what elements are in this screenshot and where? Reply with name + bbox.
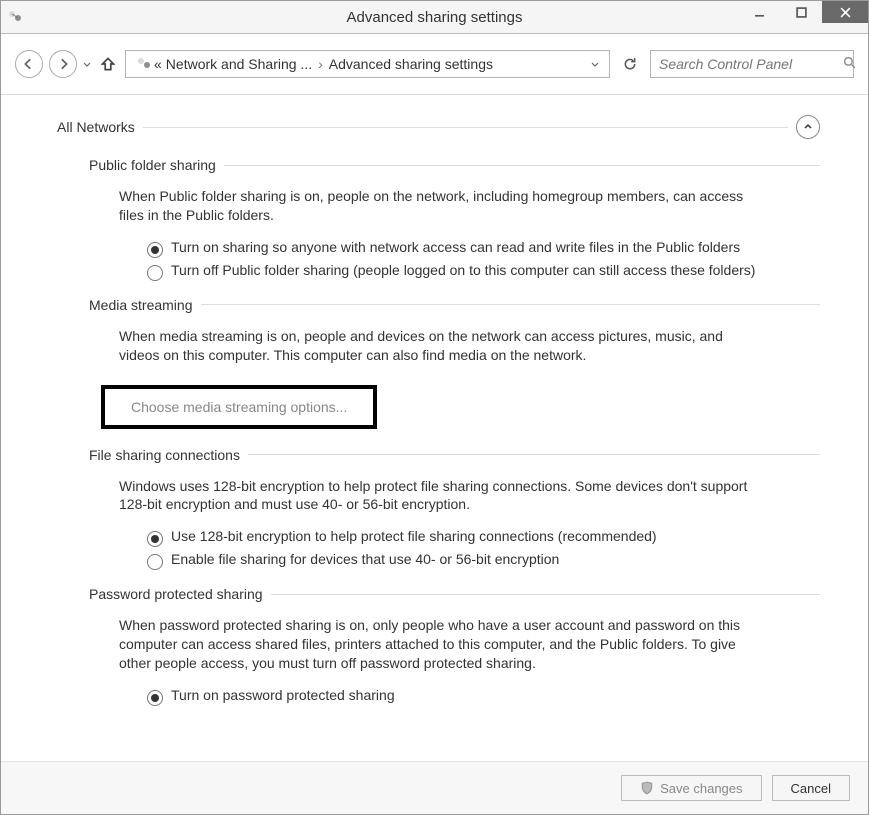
minimize-button[interactable] [738, 1, 780, 23]
subsection-public-folder: Public folder sharing When Public folder… [89, 157, 820, 281]
search-input[interactable] [657, 55, 843, 73]
media-options-link[interactable]: Choose media streaming options... [131, 399, 347, 415]
subsection-password-sharing: Password protected sharing When password… [89, 586, 820, 706]
radio-icon [147, 531, 163, 547]
app-icon [7, 9, 23, 25]
cancel-button[interactable]: Cancel [772, 775, 850, 801]
location-icon [136, 56, 152, 72]
collapse-button[interactable] [796, 115, 820, 139]
radio-icon [147, 690, 163, 706]
nav-bar: « Network and Sharing ... › Advanced sha… [7, 40, 862, 88]
search-box[interactable] [650, 50, 854, 78]
footer-bar: Save changes Cancel [1, 761, 868, 814]
button-label: Save changes [660, 781, 742, 796]
forward-button[interactable] [49, 50, 77, 78]
maximize-button[interactable] [780, 1, 822, 23]
option-label: Turn on sharing so anyone with network a… [171, 239, 740, 255]
divider [143, 127, 788, 128]
divider [271, 594, 820, 595]
radio-option[interactable]: Turn on sharing so anyone with network a… [147, 239, 787, 258]
description-text: When media streaming is on, people and d… [119, 327, 759, 365]
scroll-area[interactable]: All Networks Public folder sharing When … [1, 95, 868, 814]
section-header-all-networks[interactable]: All Networks [57, 115, 820, 139]
description-text: When password protected sharing is on, o… [119, 616, 759, 673]
address-bar[interactable]: « Network and Sharing ... › Advanced sha… [125, 50, 610, 78]
subsection-title: File sharing connections [89, 447, 240, 463]
radio-icon [147, 554, 163, 570]
divider [224, 165, 820, 166]
subsection-title: Public folder sharing [89, 157, 216, 173]
save-changes-button[interactable]: Save changes [621, 775, 761, 801]
description-text: When Public folder sharing is on, people… [119, 187, 759, 225]
history-dropdown-icon[interactable] [83, 56, 91, 72]
radio-icon [147, 242, 163, 258]
breadcrumb-item[interactable]: Advanced sharing settings [327, 56, 495, 72]
option-label: Use 128-bit encryption to help protect f… [171, 528, 657, 544]
breadcrumb-item[interactable]: Network and Sharing ... [164, 56, 314, 72]
radio-option[interactable]: Turn off Public folder sharing (people l… [147, 262, 787, 281]
radio-option[interactable]: Enable file sharing for devices that use… [147, 551, 787, 570]
highlighted-link-box: Choose media streaming options... [101, 385, 377, 429]
divider [248, 454, 820, 455]
subsection-title: Password protected sharing [89, 586, 263, 602]
address-dropdown-icon[interactable] [585, 56, 605, 72]
section-title: All Networks [57, 119, 135, 135]
radio-icon [147, 265, 163, 281]
subsection-title: Media streaming [89, 297, 193, 313]
radio-option[interactable]: Use 128-bit encryption to help protect f… [147, 528, 787, 547]
back-button[interactable] [15, 50, 43, 78]
window-controls [738, 1, 868, 23]
window-frame: Advanced sharing settings « Network and … [0, 0, 869, 815]
subsection-media-streaming: Media streaming When media streaming is … [89, 297, 820, 431]
option-label: Turn on password protected sharing [171, 687, 395, 703]
radio-option[interactable]: Turn on password protected sharing [147, 687, 787, 706]
option-label: Turn off Public folder sharing (people l… [171, 262, 755, 278]
title-bar: Advanced sharing settings [1, 1, 868, 34]
chevron-right-icon[interactable]: › [314, 56, 327, 72]
divider [201, 304, 821, 305]
up-button[interactable] [97, 51, 119, 77]
option-label: Enable file sharing for devices that use… [171, 551, 559, 567]
description-text: Windows uses 128-bit encryption to help … [119, 477, 759, 515]
button-label: Cancel [791, 781, 831, 796]
search-icon[interactable] [843, 56, 856, 72]
breadcrumb-prefix: « [152, 56, 164, 72]
shield-icon [640, 781, 654, 795]
content-area: All Networks Public folder sharing When … [1, 94, 868, 814]
refresh-button[interactable] [616, 51, 644, 77]
subsection-file-sharing: File sharing connections Windows uses 12… [89, 447, 820, 571]
close-button[interactable] [822, 1, 868, 23]
